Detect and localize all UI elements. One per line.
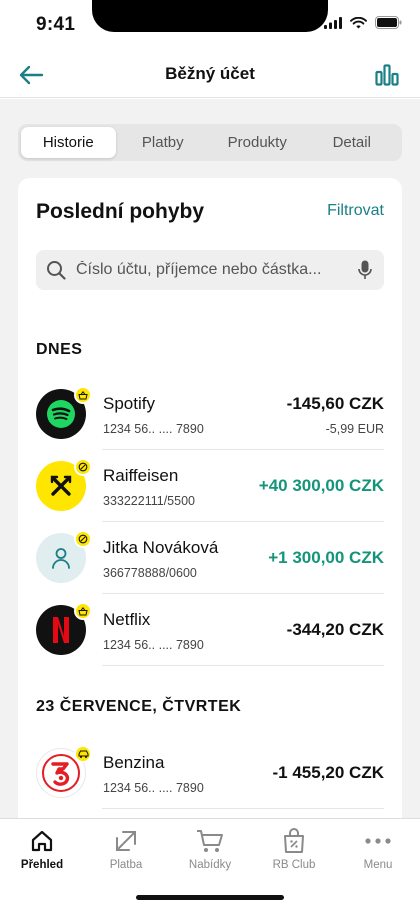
transaction-account: 1234 56.. .... 7890 [103,638,204,652]
tab-platby[interactable]: Platby [116,127,211,158]
statistics-button[interactable] [372,60,402,90]
nav-item-platba[interactable]: Platba [84,827,168,871]
segmented-tabs: Historie Platby Produkty Detail [18,124,402,161]
transaction-row-spotify[interactable]: Spotify 1234 56.. .... 7890 -145,60 CZK … [18,378,402,450]
spotify-mark [47,400,75,428]
more-dots-icon [336,827,420,855]
gift-bag-icon [252,827,336,855]
battery-icon [375,16,402,29]
signal-icon [324,16,342,29]
device-notch [92,0,328,32]
transaction-amount: +1 300,00 CZK [268,548,384,567]
cart-icon [168,827,252,855]
microphone-icon[interactable] [358,260,372,280]
status-bar: 9:41 [0,0,420,50]
phone-screen: 9:41 Běžný účet Historie Platby Produkty… [0,0,420,909]
search-icon [47,261,66,280]
basket-icon [74,602,92,620]
transaction-row-jitka[interactable]: Jitka Nováková 366778888/0600 +1 300,00 … [18,522,402,594]
transaction-name: Benzina [103,753,165,772]
netflix-mark [53,617,69,643]
transaction-amount: +40 300,00 CZK [258,476,384,495]
nav-item-rb-club[interactable]: RB Club [252,827,336,871]
home-icon [0,827,84,855]
page-title: Běžný účet [165,64,255,83]
section-header-date: 23 ČERVENCE, ČTVRTEK [36,698,242,715]
transaction-account: 1234 56.. .... 7890 [103,781,204,795]
status-icons [324,16,402,29]
basket-icon [74,386,92,404]
tab-produkty[interactable]: Produkty [210,127,305,158]
nav-label: Přehled [20,859,64,871]
transaction-amount: -344,20 CZK [286,620,384,639]
raiffeisen-mark [50,475,72,496]
slash-circle-icon [74,530,92,548]
transaction-amount: -145,60 CZK [286,394,384,413]
bar-chart-icon [375,64,399,86]
row-divider [102,665,384,666]
card-title: Poslední pohyby [36,200,205,223]
top-app-bar: Běžný účet [0,50,420,98]
search-bar [36,250,384,290]
transaction-row-benzina[interactable]: Benzina 1234 56.. .... 7890 -1 455,20 CZ… [18,737,402,809]
search-input[interactable] [76,250,346,290]
transaction-amount: -1 455,20 CZK [272,763,385,782]
transaction-account: 333222111/5500 [103,494,195,508]
bottom-navigation: Přehled Platba Nabídky RB Club Menu [0,818,420,909]
car-icon [74,745,92,763]
transaction-foreign-amount: -5,99 EUR [325,422,384,436]
tab-detail[interactable]: Detail [305,127,400,158]
transaction-name: Netflix [103,610,151,629]
row-divider [102,808,384,809]
transaction-row-raiffeisen[interactable]: Raiffeisen 333222111/5500 +40 300,00 CZK [18,450,402,522]
section-header-today: DNES [36,341,83,358]
transaction-row-netflix[interactable]: Netflix 1234 56.. .... 7890 -344,20 CZK [18,594,402,666]
nav-item-menu[interactable]: Menu [336,827,420,871]
person-glyph [52,548,70,569]
transactions-card: Poslední pohyby Filtrovat DNES [18,178,402,818]
nav-item-nabidky[interactable]: Nabídky [168,827,252,871]
home-indicator[interactable] [136,895,284,900]
transaction-name: Raiffeisen [103,466,179,485]
nav-label: RB Club [272,859,316,871]
slash-circle-icon [74,458,92,476]
filter-link[interactable]: Filtrovat [327,202,384,220]
nav-label: Nabídky [188,859,232,871]
status-time: 9:41 [36,14,76,35]
main-content: Historie Platby Produkty Detail Poslední… [0,99,420,818]
tab-historie[interactable]: Historie [21,127,116,158]
transaction-name: Jitka Nováková [103,538,219,557]
nav-item-prehled[interactable]: Přehled [0,827,84,871]
nav-label: Menu [363,859,393,871]
wifi-icon [350,16,367,28]
transaction-account: 366778888/0600 [103,566,197,580]
transfer-arrows-icon [84,827,168,855]
nav-label: Platba [109,859,143,871]
transaction-account: 1234 56.. .... 7890 [103,422,204,436]
transaction-name: Spotify [103,394,155,413]
